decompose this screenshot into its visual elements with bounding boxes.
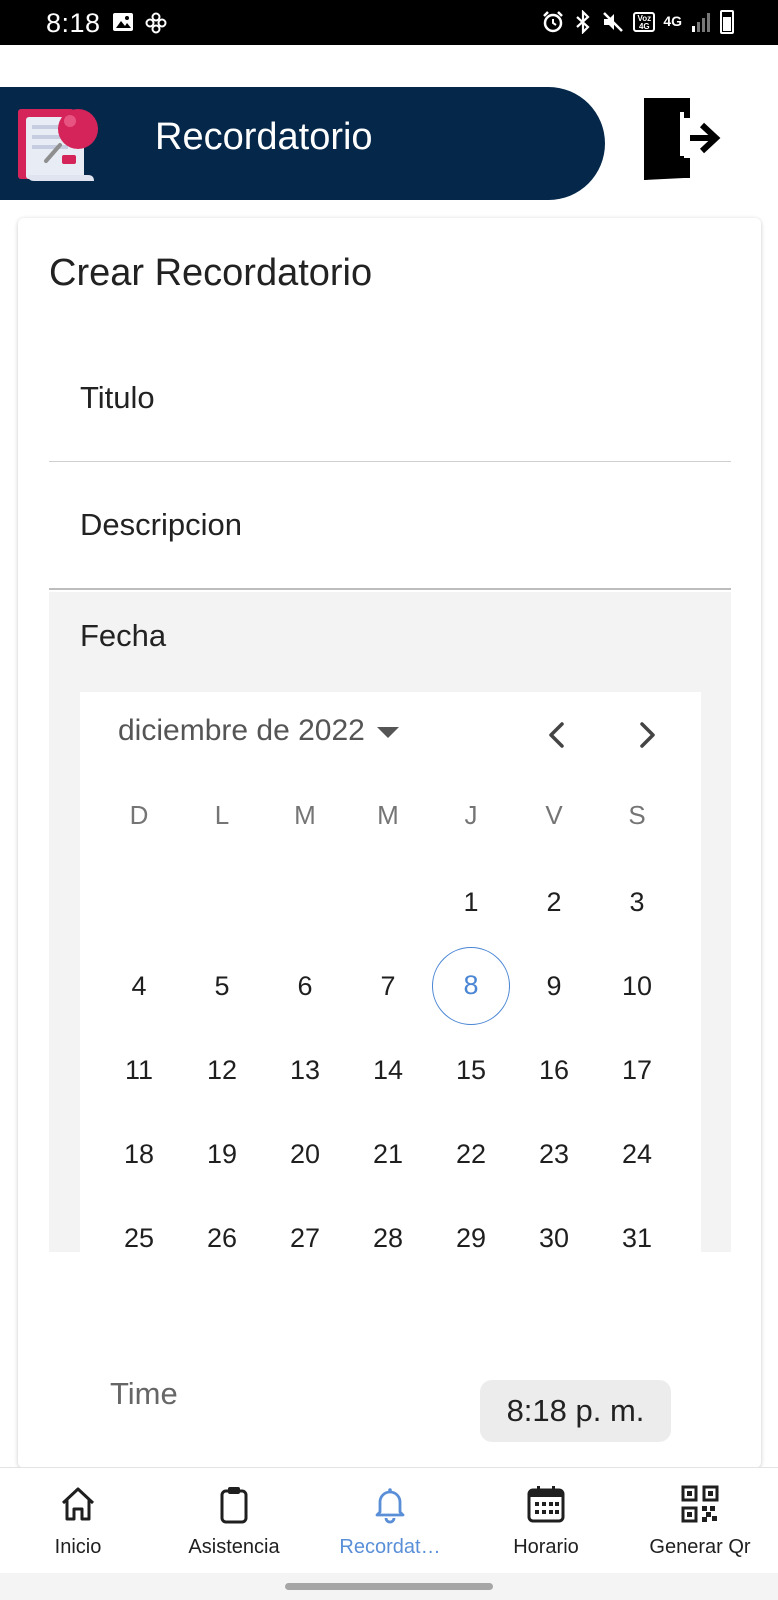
calendar-day[interactable]: 5 — [183, 947, 261, 1025]
time-picker-button[interactable]: 8:18 p. m. — [480, 1380, 671, 1442]
month-selector[interactable]: diciembre de 2022 — [118, 714, 399, 748]
battery-icon — [720, 10, 734, 34]
calendar-day[interactable]: 13 — [266, 1031, 344, 1109]
title-field[interactable]: Titulo — [49, 334, 731, 462]
dropdown-caret-icon — [376, 726, 399, 738]
nav-item-recordatorio[interactable]: Recordat… — [312, 1468, 468, 1574]
page-title: Recordatorio — [155, 116, 373, 158]
calendar-day[interactable]: 7 — [349, 947, 427, 1025]
home-icon — [61, 1487, 95, 1521]
clipboard-icon — [220, 1487, 248, 1524]
calendar-day[interactable]: 28 — [349, 1199, 427, 1277]
data-4g-icon: 4G — [663, 13, 682, 29]
gesture-area — [0, 1573, 778, 1600]
nav-item-inicio[interactable]: Inicio — [0, 1468, 156, 1574]
weekday-label: V — [545, 800, 563, 830]
calendar-day[interactable]: 14 — [349, 1031, 427, 1109]
next-month-icon[interactable] — [628, 716, 666, 754]
calendar-grid-icon — [527, 1486, 565, 1523]
status-left-icons — [112, 11, 168, 35]
form-heading: Crear Recordatorio — [49, 252, 373, 294]
nav-label: Inicio — [54, 1536, 102, 1558]
nav-label: Recordat… — [339, 1536, 441, 1558]
calendar-day[interactable]: 10 — [598, 947, 676, 1025]
pinwheel-icon — [145, 12, 167, 34]
weekday-label: D — [129, 800, 149, 830]
nav-label: Generar Qr — [649, 1536, 751, 1558]
calendar-day[interactable]: 26 — [183, 1199, 261, 1277]
volte-icon: Voz 4G — [633, 12, 656, 32]
calendar-day[interactable]: 18 — [100, 1115, 178, 1193]
calendar-day[interactable]: 24 — [598, 1115, 676, 1193]
bottom-navigation: Inicio Asistencia Recordat… Horario Gene… — [0, 1467, 778, 1573]
description-field-label: Descripcion — [80, 507, 242, 542]
calendar-day[interactable]: 1 — [432, 863, 510, 941]
calendar-day[interactable]: 17 — [598, 1031, 676, 1109]
calendar-day[interactable]: 3 — [598, 863, 676, 941]
calendar-day[interactable]: 21 — [349, 1115, 427, 1193]
weekday-label: M — [294, 800, 316, 830]
calendar-day[interactable]: 22 — [432, 1115, 510, 1193]
calendar-day-today[interactable]: 8 — [432, 947, 510, 1025]
weekday-label: M — [377, 800, 399, 830]
nav-item-horario[interactable]: Horario — [468, 1468, 624, 1574]
calendar-day[interactable]: 11 — [100, 1031, 178, 1109]
previous-month-icon[interactable] — [538, 716, 576, 754]
image-icon — [113, 13, 133, 31]
date-section: Fecha diciembre de 2022 DLMMJVS 12345678… — [49, 592, 731, 1262]
calendar-day[interactable]: 25 — [100, 1199, 178, 1277]
logout-door-icon[interactable] — [640, 98, 726, 180]
calendar-day[interactable]: 16 — [515, 1031, 593, 1109]
bluetooth-icon — [576, 10, 590, 34]
time-label: Time — [110, 1376, 178, 1411]
weekday-label: J — [464, 800, 478, 830]
app-header: Recordatorio — [0, 87, 605, 200]
calendar-day[interactable]: 6 — [266, 947, 344, 1025]
nav-item-generar-qr[interactable]: Generar Qr — [622, 1468, 778, 1574]
reminder-pin-logo — [18, 109, 98, 181]
home-indicator[interactable] — [285, 1583, 493, 1590]
status-time: 8:18 — [46, 8, 101, 38]
calendar-day[interactable]: 27 — [266, 1199, 344, 1277]
title-field-label: Titulo — [80, 379, 155, 415]
calendar-day[interactable]: 4 — [100, 947, 178, 1025]
create-reminder-card: Crear Recordatorio Titulo Descripcion Fe… — [18, 218, 761, 1468]
calendar-day[interactable]: 9 — [515, 947, 593, 1025]
calendar-day[interactable]: 2 — [515, 863, 593, 941]
calendar-day[interactable]: 15 — [432, 1031, 510, 1109]
nav-item-asistencia[interactable]: Asistencia — [156, 1468, 312, 1574]
status-right-icons: Voz 4G 4G — [541, 10, 734, 34]
weekday-label: L — [214, 800, 230, 830]
alarm-icon — [543, 11, 564, 33]
description-field[interactable]: Descripcion — [49, 462, 731, 590]
weekday-label: S — [628, 800, 646, 830]
month-label: diciembre de 2022 — [118, 714, 365, 747]
nav-label: Horario — [513, 1536, 579, 1558]
signal-icon — [692, 13, 710, 32]
qr-code-icon — [681, 1485, 719, 1523]
calendar: diciembre de 2022 DLMMJVS 1 2 3 4 5 6 7 8 9 10 11 1… — [80, 692, 701, 1262]
status-bar: 8:18 Voz 4G 4G — [0, 0, 778, 45]
calendar-day[interactable]: 20 — [266, 1115, 344, 1193]
calendar-day[interactable]: 31 — [598, 1199, 676, 1277]
nav-label: Asistencia — [188, 1536, 280, 1558]
bell-icon — [375, 1488, 405, 1524]
date-label: Fecha — [80, 618, 167, 653]
calendar-day[interactable]: 29 — [432, 1199, 510, 1277]
calendar-day[interactable]: 19 — [183, 1115, 261, 1193]
calendar-day[interactable]: 23 — [515, 1115, 593, 1193]
calendar-day[interactable]: 12 — [183, 1031, 261, 1109]
calendar-day[interactable]: 30 — [515, 1199, 593, 1277]
mute-icon — [603, 12, 624, 32]
